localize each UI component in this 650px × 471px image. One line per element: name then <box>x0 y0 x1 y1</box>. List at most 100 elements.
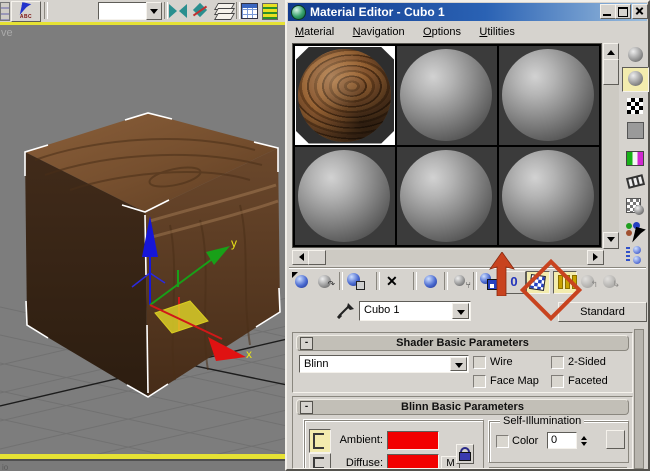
titlebar[interactable]: Material Editor - Cubo 1 <box>288 3 647 21</box>
go-forward-to-sibling-button[interactable]: ↳ <box>599 271 621 292</box>
gray-material-sphere <box>400 49 492 141</box>
lock-bracket-icon <box>313 433 324 449</box>
vscroll-thumb[interactable] <box>603 59 619 85</box>
below-viewport-strip: io <box>0 459 287 471</box>
rollout-blinn-basic-parameters: - Blinn Basic Parameters Ambient: Diffus… <box>292 396 633 469</box>
checkbox-face-map-label: Face Map <box>490 375 539 387</box>
spinner-up-icon[interactable] <box>580 433 587 440</box>
color-bars-icon <box>626 151 644 166</box>
rollout-header[interactable]: - Blinn Basic Parameters <box>296 399 629 415</box>
options-button[interactable] <box>624 196 646 216</box>
make-unique-icon <box>454 275 465 286</box>
checkbox-two-sided[interactable] <box>551 356 564 369</box>
backlight-button[interactable] <box>622 67 649 92</box>
main-toolbar: ABC <box>0 0 287 22</box>
sample-slot-3[interactable] <box>499 46 599 145</box>
put-material-to-scene-button[interactable]: ↷ <box>314 271 336 292</box>
checkbox-self-illum-color[interactable] <box>496 435 509 448</box>
diffuse-color-swatch[interactable] <box>387 454 439 468</box>
separator <box>44 2 48 19</box>
backlight-sphere-icon <box>628 71 643 86</box>
scroll-down-button[interactable] <box>603 232 619 249</box>
sample-slot-2[interactable] <box>397 46 497 145</box>
chevron-down-icon <box>150 9 158 18</box>
video-color-check-button[interactable] <box>624 148 646 168</box>
shader-combo[interactable]: Blinn <box>299 355 469 373</box>
sample-uv-tiling-button[interactable] <box>624 120 646 140</box>
arrow-right-icon <box>593 253 602 261</box>
menu-utilities[interactable]: Utilities <box>472 23 521 38</box>
dropdown-arrow-button[interactable] <box>146 2 162 20</box>
select-object-button[interactable]: ABC <box>11 1 41 22</box>
self-illum-color-label: Color <box>512 435 539 447</box>
rollout-header[interactable]: - Shader Basic Parameters <box>296 335 629 351</box>
material-name-dropdown-button[interactable] <box>452 303 469 319</box>
checkbox-face-map[interactable] <box>473 375 486 388</box>
make-unique-button[interactable]: ⑂ <box>450 271 472 292</box>
select-by-material-button[interactable] <box>624 220 646 245</box>
align-button[interactable] <box>190 1 210 20</box>
lock-diffuse-specular-button[interactable] <box>309 453 331 468</box>
shader-value[interactable]: Blinn <box>300 356 468 372</box>
lock-ambient-diffuse-button[interactable] <box>309 429 331 453</box>
chevron-down-icon <box>456 310 465 319</box>
maximize-button[interactable] <box>615 4 631 19</box>
curve-editor-button[interactable] <box>239 1 259 20</box>
self-illum-spinner-field[interactable]: 0 <box>547 432 577 449</box>
hscroll-thumb[interactable] <box>308 250 326 265</box>
minimize-button[interactable] <box>600 4 616 19</box>
close-button[interactable] <box>632 4 648 19</box>
separator <box>339 272 343 290</box>
scroll-left-button[interactable] <box>292 250 309 265</box>
material-editor-window: Material Editor - Cubo 1 Material Naviga… <box>285 0 650 471</box>
rollout-shader-basic-parameters: - Shader Basic Parameters Blinn Wire 2-S… <box>292 332 633 393</box>
screen: ABC y x ve io Material Editor - Cubo 1 M… <box>0 0 650 471</box>
material-type-button[interactable]: Standard <box>558 302 647 322</box>
curve-editor-icon <box>240 3 258 19</box>
viewport-label-fragment: ve <box>1 27 13 39</box>
background-button[interactable] <box>624 96 646 116</box>
checkbox-wire[interactable] <box>473 356 486 369</box>
viewport-perspective[interactable]: y x ve <box>0 25 287 454</box>
shader-dropdown-button[interactable] <box>450 357 467 371</box>
self-illum-value[interactable]: 0 <box>548 433 576 446</box>
curve-glyph: ↷ <box>327 279 335 289</box>
mirror-button[interactable] <box>168 1 188 20</box>
partial-icon <box>0 2 10 21</box>
checkbox-faceted[interactable] <box>551 375 564 388</box>
spinner-down-icon[interactable] <box>580 442 587 449</box>
sample-slot-5[interactable] <box>397 146 497 245</box>
scroll-right-button[interactable] <box>587 250 604 265</box>
make-preview-button[interactable] <box>624 172 646 192</box>
self-illum-map-button[interactable] <box>606 430 625 449</box>
scroll-up-button[interactable] <box>603 43 619 60</box>
reset-map-mtl-button[interactable]: ✕ <box>383 271 405 292</box>
material-map-navigator-button[interactable] <box>624 245 646 265</box>
x-icon: ✕ <box>386 273 398 289</box>
toolbar-divider <box>289 267 646 269</box>
collapse-button[interactable]: - <box>300 401 313 414</box>
arrow-icon <box>292 272 298 278</box>
named-selection-dropdown[interactable] <box>98 2 148 20</box>
sample-type-button[interactable] <box>624 45 646 65</box>
make-material-copy-button[interactable] <box>420 271 442 292</box>
sample-slot-wood-selected[interactable] <box>295 46 395 145</box>
assign-material-to-selection-button[interactable] <box>345 271 367 292</box>
tile-icon <box>626 122 644 139</box>
get-material-button[interactable] <box>291 271 313 292</box>
menu-material[interactable]: Material <box>288 23 341 38</box>
checkbox-faceted-label: Faceted <box>568 375 608 387</box>
collapse-button[interactable]: - <box>300 337 313 350</box>
menu-options[interactable]: Options <box>416 23 468 38</box>
sample-vscrollbar[interactable] <box>603 43 619 249</box>
sample-slot-4[interactable] <box>295 146 395 245</box>
menu-navigation[interactable]: Navigation <box>346 23 412 38</box>
layer-manager-button[interactable] <box>213 1 236 20</box>
sample-slot-6[interactable] <box>499 146 599 245</box>
rollout-scrollbar[interactable] <box>634 329 644 469</box>
material-name-combo[interactable]: Cubo 1 <box>359 301 471 321</box>
pick-material-button[interactable] <box>336 301 356 320</box>
lock-maps-button[interactable] <box>456 444 474 464</box>
self-illum-spinner-arrows[interactable] <box>578 432 589 449</box>
ambient-color-swatch[interactable] <box>387 431 439 450</box>
